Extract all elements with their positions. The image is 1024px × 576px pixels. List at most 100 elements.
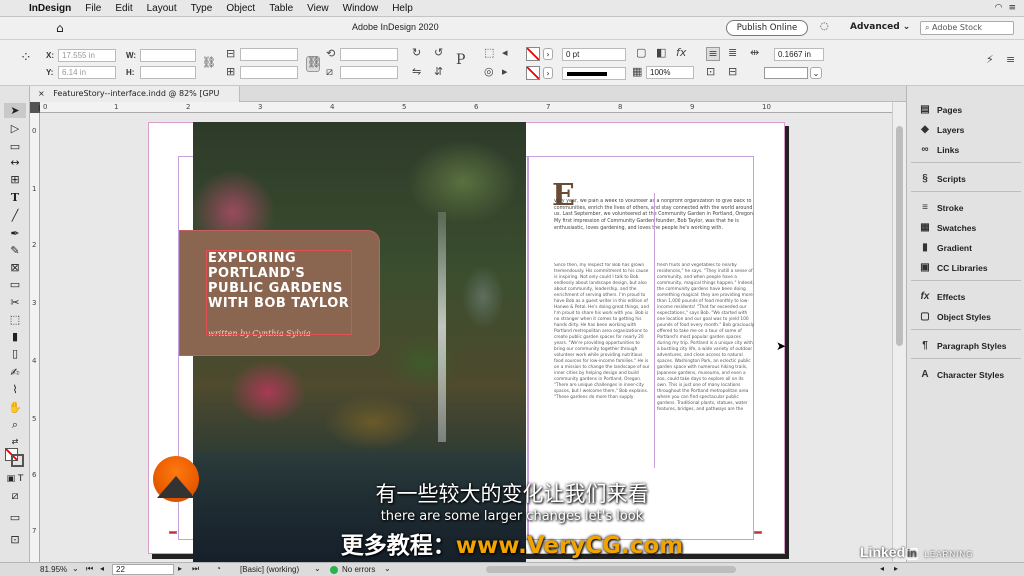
stroke-color-menu[interactable]: ⌄ (810, 67, 822, 79)
rotate-ccw-icon[interactable]: ↺ (434, 47, 443, 59)
control-center-icon[interactable]: ≡ (1008, 3, 1016, 13)
drop-shadow-icon[interactable]: ◧ (656, 47, 666, 59)
select-previous-icon[interactable]: ◂ (502, 47, 508, 59)
rectangle-frame-tool-icon[interactable]: ⊠ (4, 260, 26, 275)
rotate-field[interactable] (340, 48, 398, 61)
panel-object-styles[interactable]: ▢ Object Styles (907, 307, 1024, 326)
page-number-field[interactable]: 22 (112, 564, 174, 575)
panel-pages[interactable]: ▤ Pages (907, 100, 1024, 119)
home-icon[interactable]: ⌂ (56, 21, 64, 35)
menu-edit[interactable]: Edit (108, 3, 139, 14)
pasteboard[interactable]: EXPLORING PORTLAND'S PUBLIC GARDENS WITH… (40, 113, 892, 562)
align-left-icon[interactable]: ≡ (706, 47, 720, 61)
document-tab[interactable]: × FeatureStory--interface.indd @ 82% [GP… (30, 86, 240, 113)
line-tool-icon[interactable]: ╱ (4, 208, 26, 223)
text-frame-options-icon[interactable]: ⊟ (728, 66, 737, 78)
panel-stroke[interactable]: ≡ Stroke (907, 198, 1024, 217)
vertical-ruler[interactable]: 0 1 2 3 4 5 6 7 (30, 113, 40, 562)
panel-links[interactable]: ∞ Links (907, 140, 1024, 159)
pen-tool-icon[interactable]: ✒ (4, 226, 26, 241)
content-collector-icon[interactable]: ⊞ (4, 172, 26, 187)
scale-y-field[interactable] (240, 66, 298, 79)
scroll-thumb[interactable] (896, 126, 903, 346)
hand-tool-icon[interactable]: ✋ (4, 400, 26, 415)
scale-x-field[interactable] (240, 48, 298, 61)
fill-menu-button[interactable]: › (543, 48, 553, 60)
select-container-icon[interactable]: ⬚ (484, 47, 494, 59)
page-tool-icon[interactable]: ▭ (4, 139, 26, 154)
fill-swatch[interactable] (526, 47, 540, 61)
shear-angle-icon[interactable]: ⧄ (326, 66, 333, 78)
y-field[interactable]: 6.14 in (58, 66, 116, 79)
stroke-weight-field[interactable]: 0 pt (562, 48, 626, 61)
lightbulb-icon[interactable]: ◌ (820, 21, 829, 32)
menu-layout[interactable]: Layout (140, 3, 184, 14)
scroll-right-icon[interactable]: ▸ (894, 564, 898, 573)
horizontal-scrollbar[interactable] (486, 566, 736, 573)
note-tool-icon[interactable]: ✍ (4, 365, 26, 380)
preflight-menu-icon[interactable]: ⌄ (384, 564, 391, 573)
scale-x-icon[interactable]: ⊟ (226, 48, 235, 60)
working-style[interactable]: [Basic] (working) (240, 565, 299, 574)
shear-field[interactable] (340, 66, 398, 79)
direct-selection-tool-icon[interactable]: ▷ (4, 121, 26, 136)
intro-paragraph[interactable]: very year, we plan a week to volunteer a… (554, 199, 756, 251)
panel-effects[interactable]: fx Effects (907, 287, 1024, 306)
prev-page-icon[interactable]: ◂ (100, 564, 104, 573)
first-page-icon[interactable]: ⏮ (86, 564, 93, 574)
screen-mode-icon[interactable]: ▭ (4, 510, 26, 525)
stroke-swatch[interactable] (526, 66, 540, 80)
menu-app[interactable]: InDesign (22, 3, 78, 14)
panel-menu-icon[interactable]: ≡ (1006, 54, 1015, 66)
flip-vertical-icon[interactable]: ⇵ (434, 66, 443, 78)
scissors-tool-icon[interactable]: ✂ (4, 295, 26, 310)
scale-y-icon[interactable]: ⊞ (226, 66, 235, 78)
next-page-icon[interactable]: ▸ (178, 564, 182, 573)
wifi-icon[interactable]: ◠ (995, 3, 1003, 13)
pencil-tool-icon[interactable]: ✎ (4, 243, 26, 258)
preflight-status[interactable]: No errors (342, 565, 375, 574)
panel-paragraph-styles[interactable]: ¶ Paragraph Styles (907, 336, 1024, 355)
rotate-cw-icon[interactable]: ↻ (412, 47, 421, 59)
body-column-1[interactable]: Since then, my respect for Bob has grown… (554, 263, 652, 468)
h-field[interactable] (140, 66, 196, 79)
x-field[interactable]: 17.555 in (58, 49, 116, 62)
gradient-feather-tool-icon[interactable]: ▯ (4, 346, 26, 361)
close-icon[interactable]: × (38, 89, 45, 98)
panel-gradient[interactable]: ▮ Gradient (907, 238, 1024, 257)
reference-point-icon[interactable]: ⁘ (20, 51, 32, 65)
adobe-stock-search[interactable]: ⌕ Adobe Stock (920, 21, 1014, 35)
constrain-scale-icon[interactable]: ⛓ (306, 56, 321, 72)
horizontal-ruler[interactable]: 0 1 2 3 4 5 6 7 8 9 10 (40, 102, 892, 113)
menu-help[interactable]: Help (385, 3, 420, 14)
style-menu-icon[interactable]: ⌄ (314, 564, 321, 573)
stroke-type-selector[interactable] (562, 67, 626, 80)
align-center-icon[interactable]: ≣ (728, 47, 737, 59)
gap-field[interactable]: 0.1667 in (774, 48, 824, 61)
workspace-switcher[interactable]: Advanced ⌄ (850, 22, 910, 32)
open-page-icon[interactable]: ◔ (216, 564, 221, 573)
menu-window[interactable]: Window (336, 3, 386, 14)
frame-fit-icon[interactable]: ▢ (636, 47, 646, 59)
flip-horizontal-icon[interactable]: ⇋ (412, 66, 421, 78)
swap-fill-stroke-icon[interactable]: ⇄ (4, 434, 26, 449)
eyedropper-tool-icon[interactable]: ⌇ (4, 382, 26, 397)
opacity-field[interactable]: 100% (646, 66, 694, 79)
panel-layers[interactable]: ◆ Layers (907, 120, 1024, 139)
menu-file[interactable]: File (78, 3, 108, 14)
zoom-menu-icon[interactable]: ⌄ (72, 564, 79, 573)
menu-view[interactable]: View (300, 3, 336, 14)
select-next-icon[interactable]: ▸ (502, 66, 508, 78)
body-column-2[interactable]: fresh fruits and vegetables to nearby re… (657, 263, 755, 468)
apply-none-icon[interactable]: ⧄ (4, 488, 26, 503)
scroll-left-icon[interactable]: ◂ (880, 564, 884, 573)
gradient-swatch-tool-icon[interactable]: ▮ (4, 329, 26, 344)
menu-object[interactable]: Object (219, 3, 262, 14)
w-field[interactable] (140, 49, 196, 62)
constrain-proportions-icon[interactable]: ⛓ (202, 57, 216, 69)
text-frame-inset-icon[interactable]: ⊡ (706, 66, 715, 78)
vertical-scrollbar[interactable] (892, 102, 906, 562)
select-content-icon[interactable]: ◎ (484, 66, 494, 78)
last-page-icon[interactable]: ⏭ (192, 564, 199, 574)
panel-scripts[interactable]: § Scripts (907, 169, 1024, 188)
